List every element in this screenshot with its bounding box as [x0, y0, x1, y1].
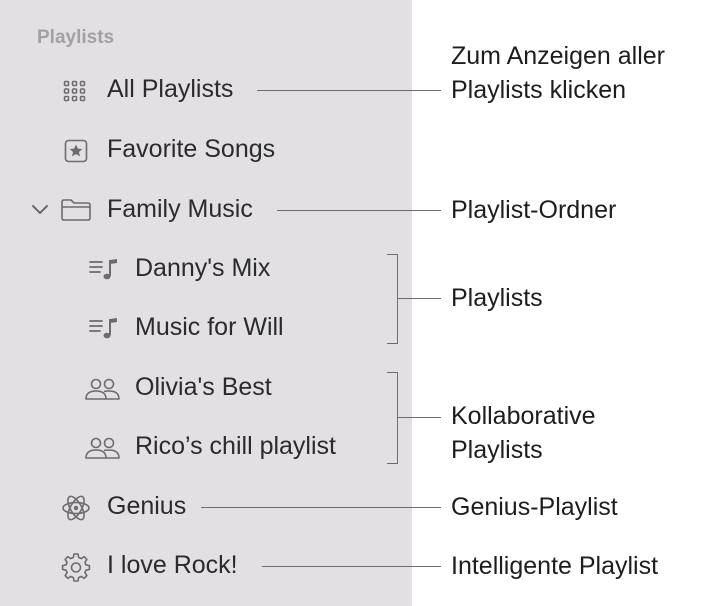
section-header-playlists: Playlists	[37, 27, 115, 48]
callout-text: Playlists	[451, 436, 543, 464]
sidebar-item-label: Genius	[107, 492, 187, 520]
sidebar-item-label: I love Rock!	[107, 551, 238, 579]
grid-icon	[63, 80, 87, 102]
atom-icon	[60, 492, 92, 524]
playlist-icon	[88, 316, 120, 342]
playlist-icon	[88, 257, 120, 283]
callout-genius: Genius-Playlist	[451, 493, 618, 521]
chevron-down-icon[interactable]	[31, 204, 49, 216]
sidebar-item-label: Family Music	[107, 195, 253, 223]
bracket-collaborative	[387, 372, 398, 464]
callout-line-folder	[277, 210, 441, 211]
callout-all-playlists: Zum Anzeigen aller Playlists klicken	[451, 39, 665, 107]
sidebar-item-label: All Playlists	[107, 75, 234, 103]
people-icon	[84, 436, 122, 460]
callout-folder: Playlist-Ordner	[451, 196, 617, 224]
sidebar-item-label: Music for Will	[135, 313, 284, 341]
star-square-icon	[64, 139, 88, 163]
callout-smart: Intelligente Playlist	[451, 552, 659, 580]
callout-text: Kollaborative	[451, 402, 596, 430]
people-icon	[84, 377, 122, 401]
callout-text: Playlists klicken	[451, 76, 627, 104]
callout-line-playlists	[398, 298, 441, 299]
callout-playlists: Playlists	[451, 284, 543, 312]
folder-icon	[60, 198, 92, 222]
gear-icon	[61, 552, 91, 582]
callout-text: Zum Anzeigen aller	[451, 42, 666, 70]
callout-collaborative: Kollaborative Playlists	[451, 399, 596, 467]
sidebar-item-label: Favorite Songs	[107, 135, 276, 163]
bracket-playlists	[387, 254, 398, 344]
callout-line-collaborative	[398, 417, 441, 418]
callout-line-smart	[262, 566, 441, 567]
sidebar-item-label: Olivia's Best	[135, 373, 272, 401]
sidebar-item-label: Rico’s chill playlist	[135, 432, 336, 460]
callout-line-all-playlists	[257, 90, 441, 91]
callout-line-genius	[201, 507, 441, 508]
sidebar-item-label: Danny's Mix	[135, 254, 271, 282]
